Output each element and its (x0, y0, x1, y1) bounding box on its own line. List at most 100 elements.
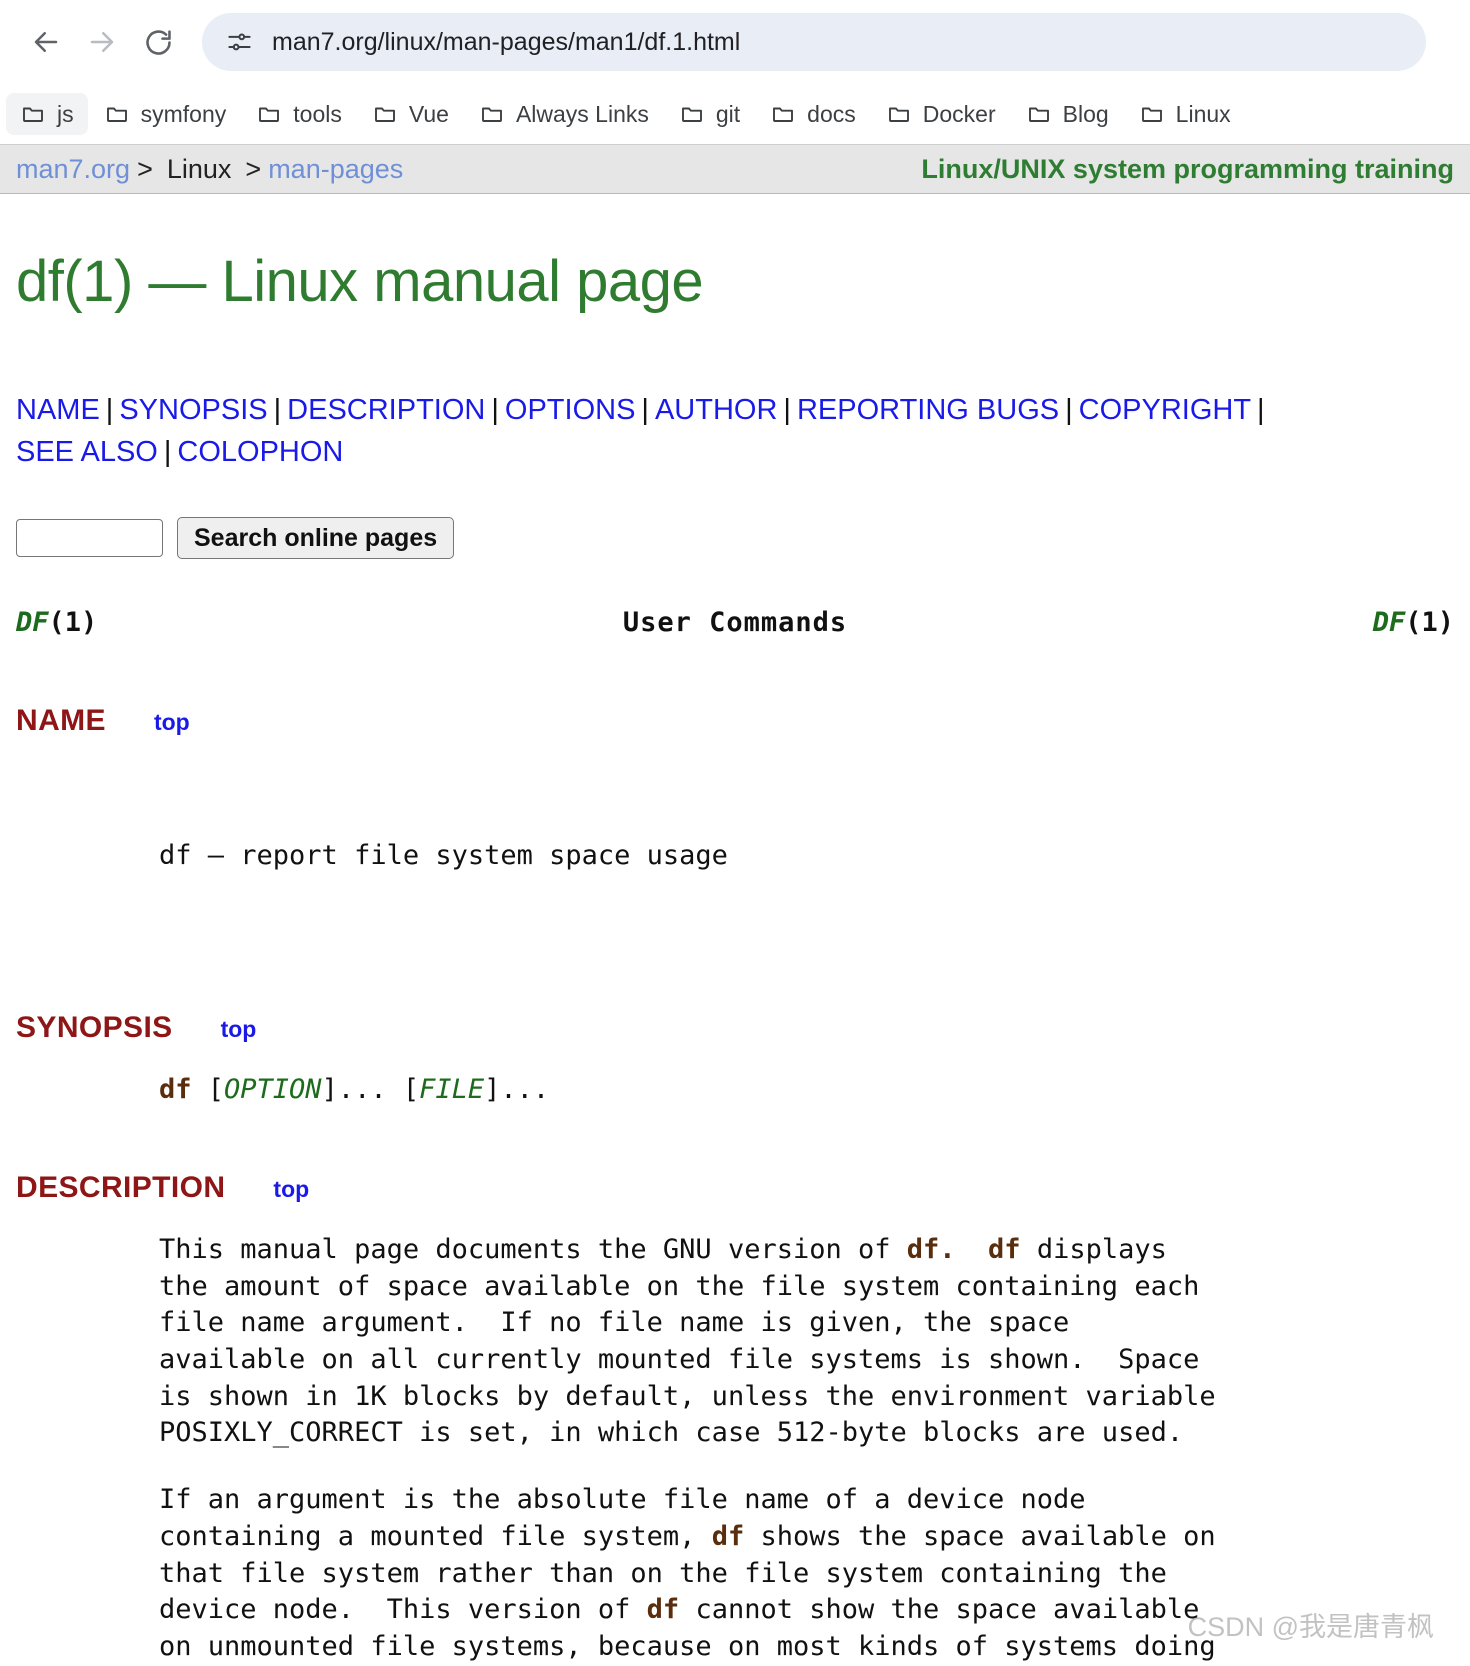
folder-icon (770, 101, 796, 127)
back-arrow-icon (31, 27, 61, 57)
bookmark-vue[interactable]: Vue (358, 93, 463, 135)
section-title-synopsis: SYNOPSIS (16, 1010, 173, 1044)
section-body-synopsis: df [OPTION]... [FILE]... (16, 1072, 1454, 1109)
folder-icon (104, 101, 130, 127)
section-synopsis: SYNOPSIS top df [OPTION]... [FILE]... (16, 1008, 1454, 1108)
synopsis-command: df (159, 1073, 192, 1105)
folder-icon (256, 101, 282, 127)
toc-separator: | (1257, 394, 1265, 426)
synopsis-bracket-mid: ]... [ (321, 1073, 420, 1105)
breadcrumb-site[interactable]: man7.org (16, 154, 130, 185)
forward-button[interactable] (76, 16, 128, 68)
bookmark-git[interactable]: git (665, 93, 754, 135)
toc-link-reporting-bugs[interactable]: REPORTING BUGS (797, 394, 1059, 426)
folder-icon (1139, 101, 1165, 127)
top-link-description[interactable]: top (273, 1174, 309, 1204)
folder-icon (1026, 101, 1052, 127)
bookmark-label: docs (807, 100, 856, 127)
toc-link-see-also[interactable]: SEE ALSO (16, 436, 158, 468)
bookmark-tools[interactable]: tools (242, 93, 356, 135)
search-online-pages-button[interactable]: Search online pages (177, 517, 455, 560)
bookmark-label: tools (293, 100, 342, 127)
bookmark-label: Vue (408, 100, 449, 127)
search-form: Search online pages (16, 517, 1454, 560)
desc-p1-cmd2: df (988, 1233, 1021, 1265)
section-body-description: This manual page documents the GNU versi… (16, 1232, 1454, 1666)
section-header: DESCRIPTION top (16, 1168, 1454, 1208)
site-settings-icon[interactable] (220, 23, 258, 61)
address-bar[interactable]: man7.org/linux/man-pages/man1/df.1.html (202, 13, 1426, 71)
breadcrumb-subsection[interactable]: man-pages (268, 154, 403, 185)
man-header-right-num: (1) (1405, 607, 1454, 639)
bookmark-js[interactable]: js (6, 93, 88, 135)
section-nav: NAME | SYNOPSIS | DESCRIPTION | OPTIONS | AUTHOR… (16, 389, 1454, 473)
bookmark-symfony[interactable]: symfony (90, 93, 241, 135)
browser-toolbar: man7.org/linux/man-pages/man1/df.1.html (0, 0, 1470, 84)
toc-link-description[interactable]: DESCRIPTION (287, 394, 485, 426)
url-text[interactable]: man7.org/linux/man-pages/man1/df.1.html (272, 28, 740, 57)
toc-link-synopsis[interactable]: SYNOPSIS (119, 394, 267, 426)
breadcrumb-separator: > (245, 153, 262, 184)
main-content: df(1) — Linux manual page NAME | SYNOPSIS |… (0, 248, 1470, 1666)
bookmark-blog[interactable]: Blog (1012, 93, 1123, 135)
man-header-right-name: DF (1372, 607, 1406, 639)
bookmark-docker[interactable]: Docker (872, 93, 1010, 135)
bookmark-linux[interactable]: Linux (1125, 93, 1245, 135)
toc-separator: | (273, 394, 282, 426)
browser-chrome: man7.org/linux/man-pages/man1/df.1.html … (0, 0, 1470, 144)
forward-arrow-icon (87, 27, 117, 57)
folder-icon (20, 101, 46, 127)
bookmark-label: git (715, 100, 741, 127)
reload-icon (143, 27, 174, 58)
man-header-center: User Commands (622, 607, 848, 639)
toc-separator: | (491, 394, 499, 426)
toc-separator: | (1065, 394, 1073, 426)
bookmark-label: Docker (922, 100, 996, 127)
back-button[interactable] (20, 16, 72, 68)
man-header-right: DF(1) (1373, 605, 1454, 641)
desc-p2-cmd1: df (711, 1520, 745, 1552)
bookmark-label: Blog (1062, 100, 1109, 127)
desc-p1-a: This manual page documents the GNU versi… (159, 1233, 907, 1265)
desc-p2-cmd2: df (646, 1594, 680, 1626)
synopsis-bracket-end: ]... (484, 1073, 550, 1105)
synopsis-bracket-open: [ (191, 1073, 225, 1105)
section-description: DESCRIPTION top This manual page documen… (16, 1168, 1454, 1666)
training-link[interactable]: Linux/UNIX system programming training (921, 154, 1454, 185)
bookmark-always-links[interactable]: Always Links (465, 93, 663, 135)
bookmark-label: symfony (140, 100, 227, 127)
top-link-synopsis[interactable]: top (221, 1014, 257, 1044)
toc-separator: | (783, 394, 791, 426)
description-paragraph-1: This manual page documents the GNU versi… (159, 1232, 1454, 1452)
folder-icon (886, 101, 912, 127)
synopsis-line: df [OPTION]... [FILE]... (159, 1072, 1454, 1109)
section-header: SYNOPSIS top (16, 1008, 1454, 1048)
page-title: df(1) — Linux manual page (16, 249, 704, 314)
toc-separator: | (105, 394, 114, 426)
synopsis-file: FILE (419, 1073, 485, 1105)
man-header-left-num: (1) (48, 607, 98, 639)
section-name: NAME top df – report file system space u… (16, 701, 1454, 948)
toc-link-author[interactable]: AUTHOR (655, 394, 777, 426)
toc-link-colophon[interactable]: COLOPHON (177, 436, 343, 468)
name-description: df – report file system space usage (159, 839, 728, 871)
man-page: DF(1) User Commands DF(1) NAME top df – … (16, 605, 1454, 1666)
folder-icon (679, 101, 705, 127)
toc-link-options[interactable]: OPTIONS (505, 394, 636, 426)
bookmark-docs[interactable]: docs (756, 93, 870, 135)
reload-button[interactable] (132, 16, 184, 68)
section-title-name: NAME (16, 703, 106, 737)
man-header-left: DF(1) (16, 605, 97, 641)
toc-link-copyright[interactable]: COPYRIGHT (1079, 394, 1251, 426)
desc-p1-cmd1: df. (906, 1233, 956, 1265)
bookmarks-bar: js symfony tools Vue Always Links git do… (0, 84, 1470, 144)
folder-icon (479, 101, 505, 127)
desc-p1-c: displays the amount of space available o… (159, 1233, 1216, 1449)
search-input[interactable] (16, 519, 163, 558)
section-title-description: DESCRIPTION (16, 1171, 226, 1205)
toc-link-name[interactable]: NAME (16, 394, 100, 426)
top-link-name[interactable]: top (154, 707, 190, 737)
description-paragraph-2: If an argument is the absolute file name… (159, 1482, 1454, 1666)
desc-p1-b (956, 1234, 989, 1265)
synopsis-option: OPTION (224, 1073, 322, 1105)
